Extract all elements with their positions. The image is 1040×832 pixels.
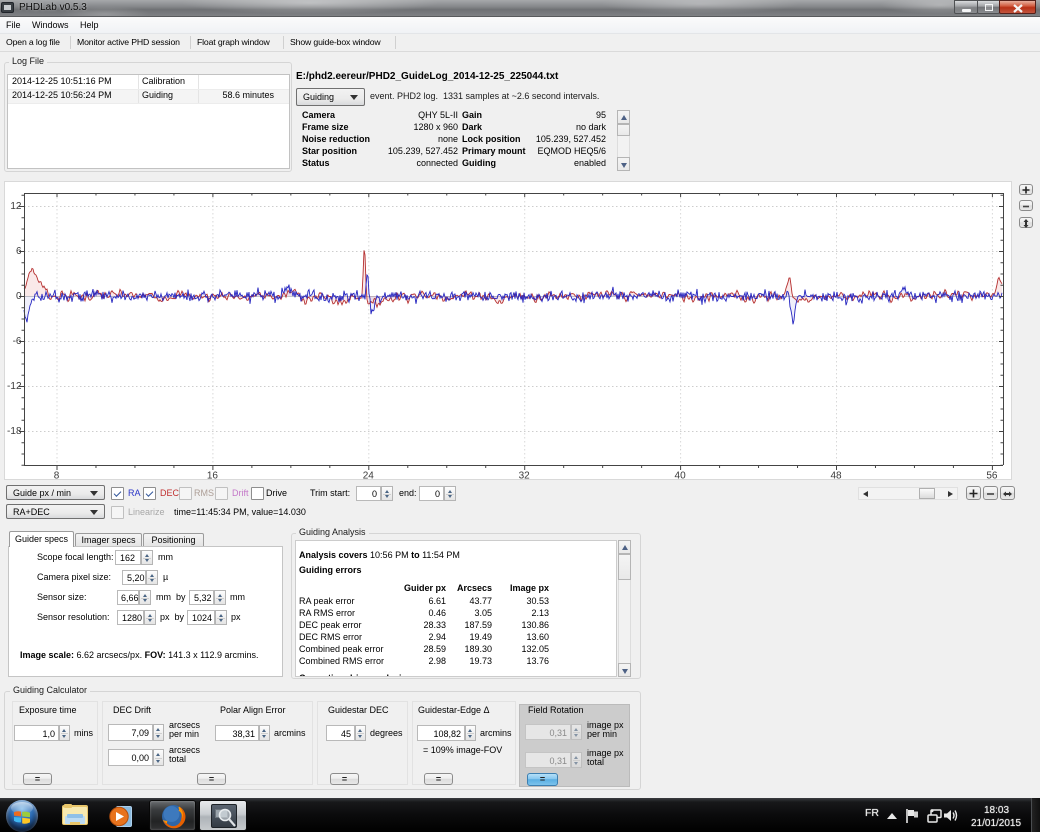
svg-text:-18: -18 [7, 426, 22, 437]
svg-text:16: 16 [207, 471, 219, 481]
svg-text:56: 56 [986, 471, 998, 481]
svg-text:24: 24 [363, 471, 375, 481]
svg-text:40: 40 [675, 471, 687, 481]
svg-text:8: 8 [54, 471, 60, 481]
svg-text:0: 0 [16, 291, 22, 302]
svg-text:48: 48 [830, 471, 842, 481]
svg-text:6: 6 [16, 246, 22, 257]
svg-text:32: 32 [519, 471, 531, 481]
svg-text:-12: -12 [7, 381, 22, 392]
svg-text:-6: -6 [13, 336, 22, 347]
svg-text:12: 12 [10, 201, 22, 212]
